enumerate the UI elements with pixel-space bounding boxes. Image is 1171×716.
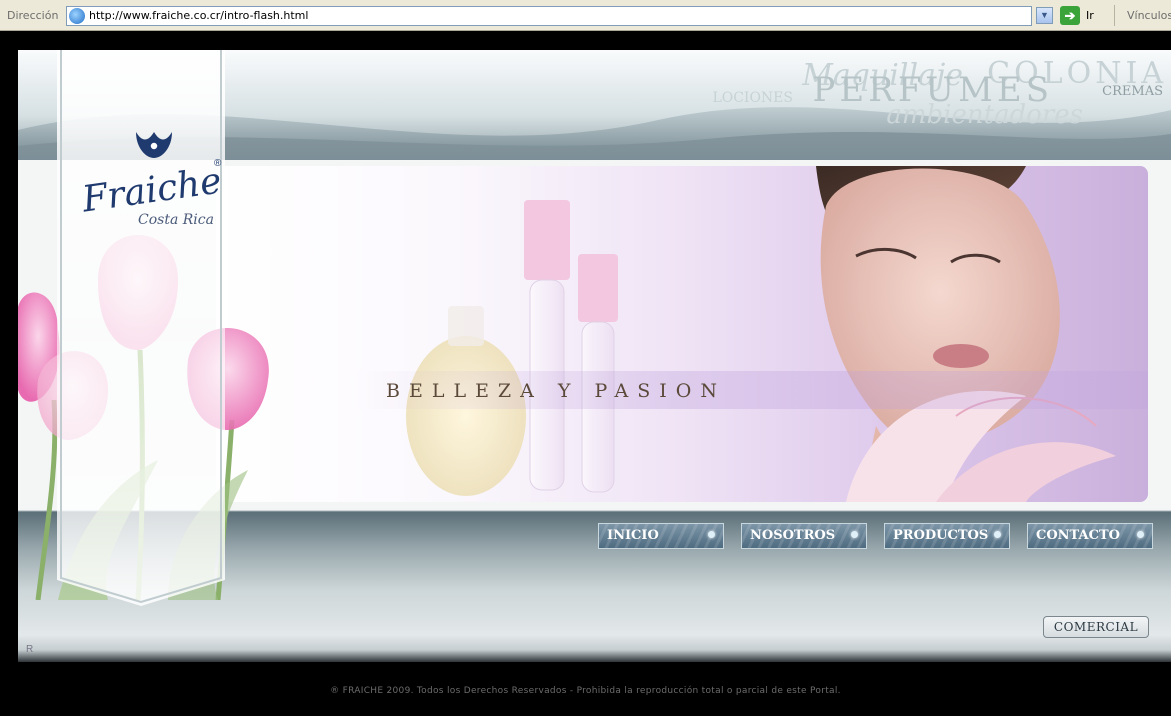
logo-location: Costa Rica <box>138 212 214 228</box>
footer-copyright: ® FRAICHE 2009. Todos los Derechos Reser… <box>330 686 841 696</box>
address-bar: Dirección http://www.fraiche.co.cr/intro… <box>0 0 1171 31</box>
ie-page-icon <box>69 8 85 24</box>
go-arrow-icon[interactable]: ➔ <box>1060 6 1080 25</box>
flash-stage: Maquillaje COLONIA PERFUMES LOCIONES CRE… <box>18 50 1171 662</box>
nav-dot-icon <box>708 531 715 538</box>
nav-dot-icon <box>994 531 1001 538</box>
tulip-logo-icon <box>136 132 172 158</box>
model-face-image <box>816 166 1116 502</box>
hero-tagline: BELLEZA Y PASION <box>386 380 726 402</box>
stage-corner-mark: R <box>26 644 34 655</box>
nav-contacto-label: CONTACTO <box>1036 528 1120 543</box>
links-toolbar[interactable]: Vínculos <box>1127 9 1171 22</box>
nav-nosotros-label: NOSOTROS <box>750 528 836 543</box>
nav-productos-label: PRODUCTOS <box>893 528 989 543</box>
word-ambientadores: ambientadores <box>886 100 1083 130</box>
nav-inicio-button[interactable]: INICIO <box>598 523 724 549</box>
comercial-button[interactable]: COMERCIAL <box>1043 616 1149 638</box>
url-input[interactable]: http://www.fraiche.co.cr/intro-flash.htm… <box>66 6 1032 26</box>
nav-inicio-label: INICIO <box>607 528 659 543</box>
hero-banner: BELLEZA Y PASION <box>216 166 1148 502</box>
perfume-bottles-image <box>406 200 618 496</box>
address-label: Dirección <box>7 9 59 22</box>
nav-dot-icon <box>1137 531 1144 538</box>
nav-nosotros-button[interactable]: NOSOTROS <box>741 523 867 549</box>
toolbar-divider <box>1114 5 1115 26</box>
url-text: http://www.fraiche.co.cr/intro-flash.htm… <box>89 9 309 22</box>
chevron-down-icon[interactable]: ▼ <box>1036 7 1053 24</box>
go-button[interactable]: Ir <box>1086 9 1094 22</box>
nav-dot-icon <box>851 531 858 538</box>
nav-contacto-button[interactable]: CONTACTO <box>1027 523 1153 549</box>
fraiche-logo[interactable]: Fraiche ® Costa Rica <box>76 128 236 248</box>
nav-productos-button[interactable]: PRODUCTOS <box>884 523 1010 549</box>
word-cremas: CREMAS <box>1102 84 1163 99</box>
header-product-words: Maquillaje COLONIA PERFUMES LOCIONES CRE… <box>703 56 1163 136</box>
logo-registered-mark: ® <box>214 158 222 169</box>
word-lociones: LOCIONES <box>712 90 793 106</box>
